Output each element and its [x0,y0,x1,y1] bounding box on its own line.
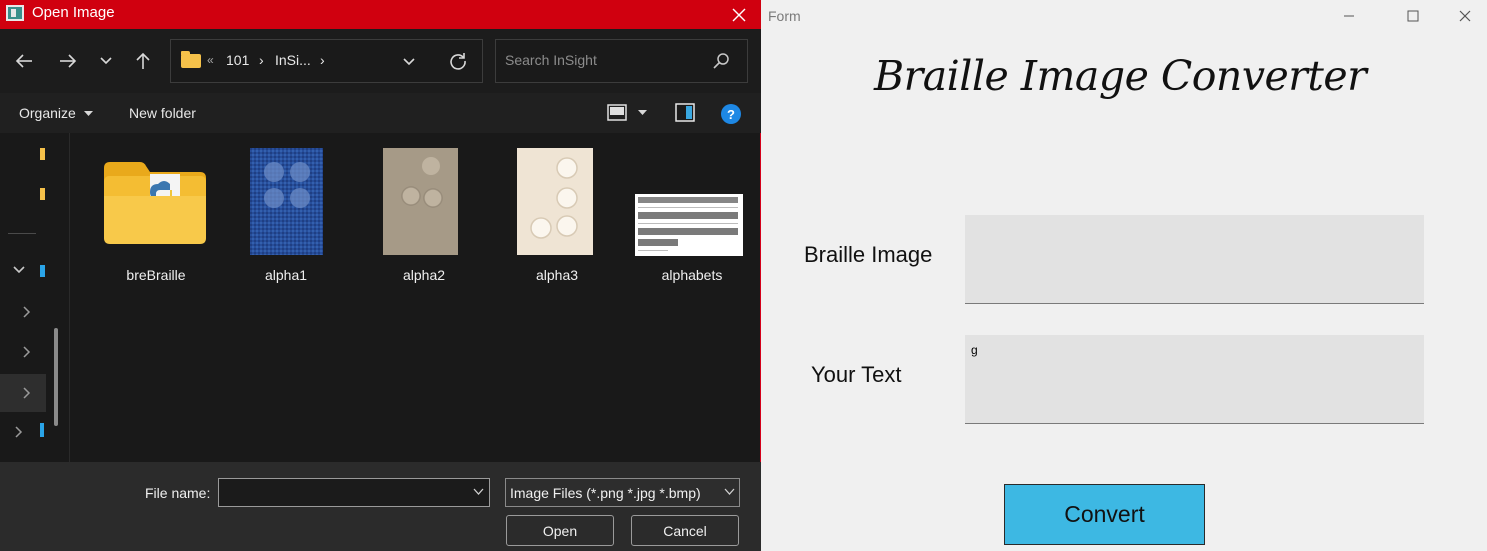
tree-item-chevron[interactable] [22,345,32,363]
file-type-select[interactable]: Image Files (*.png *.jpg *.bmp) [505,478,740,507]
file-item-alphabets[interactable]: alphabets [627,143,757,293]
address-bar[interactable]: « 101 › InSi... › [170,39,483,83]
maximize-icon [1407,10,1419,22]
tree-item-chevron[interactable] [22,305,32,323]
file-item-brebraille[interactable]: breBraille [91,143,221,293]
close-icon [1459,10,1471,22]
file-name-input[interactable] [223,483,453,499]
address-dropdown-button[interactable] [402,54,416,72]
file-item-alpha1[interactable]: alpha1 [221,143,351,293]
your-text-field[interactable]: g [965,335,1424,424]
open-image-dialog: Open Image « 101 › InSi... › Search InSi… [0,0,761,551]
refresh-button[interactable] [448,51,468,76]
file-type-value: Image Files (*.png *.jpg *.bmp) [510,485,701,501]
svg-text:?: ? [727,107,735,122]
search-box[interactable] [495,39,748,83]
chevron-right-icon [23,306,31,318]
folder-icon [181,51,201,68]
tree-item-chevron[interactable] [22,386,32,404]
minimize-button[interactable] [1326,0,1372,32]
form-window-title: Form [768,8,801,24]
breadcrumb-insight[interactable]: InSi... [275,52,311,68]
breadcrumb-separator: › [259,52,264,68]
chevron-right-icon [15,426,23,438]
chevron-right-icon [23,346,31,358]
preview-pane-icon [675,103,695,122]
folder-marker-icon[interactable] [40,188,45,200]
minimize-icon [1344,15,1354,17]
chevron-down-icon [403,58,415,66]
open-button[interactable]: Open [506,515,614,546]
app-icon [6,5,24,21]
breadcrumb-101[interactable]: 101 [226,52,249,68]
view-options-button[interactable] [606,103,628,123]
file-name-combobox[interactable] [218,478,490,507]
maximize-button[interactable] [1390,0,1436,32]
arrow-left-icon [15,54,32,68]
chevron-right-icon [23,387,31,399]
recent-locations-button[interactable] [91,47,121,75]
file-name-label: File name: [145,485,211,501]
file-name-label: breBraille [126,267,186,283]
arrow-right-icon [60,54,77,68]
form-window: Form Braille Image Converter Braille Ima… [760,0,1487,551]
file-name-label: alpha1 [264,267,308,283]
expanded-chevron-icon[interactable] [12,262,26,279]
python-folder-icon [104,162,206,244]
network-marker-icon[interactable] [40,423,44,437]
breadcrumb-separator: › [320,52,325,68]
up-button[interactable] [128,47,158,75]
refresh-icon [450,53,466,70]
file-item-alpha2[interactable]: alpha2 [359,143,489,293]
folder-marker-icon[interactable] [40,148,45,160]
your-text-label: Your Text [811,362,902,387]
dialog-titlebar: Open Image [0,0,761,29]
cancel-button[interactable]: Cancel [631,515,739,546]
view-icon [607,104,627,121]
navigation-pane [0,133,70,462]
dialog-footer: File name: Image Files (*.png *.jpg *.bm… [0,462,761,551]
dialog-close-button[interactable] [724,0,754,29]
chevron-down-icon [724,488,735,495]
file-name-label: alpha2 [402,267,446,283]
back-button[interactable] [9,47,39,75]
dialog-title: Open Image [32,4,115,21]
chevron-down-icon [100,57,112,65]
command-bar: Organize New folder ? [0,93,761,133]
file-name-label: alpha3 [535,267,579,283]
chevron-down-icon [13,266,25,274]
your-text-value: g [971,343,978,357]
help-icon: ? [721,104,741,124]
file-item-alpha3[interactable]: alpha3 [492,143,622,293]
braille-image-label: Braille Image [804,242,933,267]
organize-button[interactable]: Organize [19,105,76,121]
pane-divider [8,233,36,234]
image-thumbnail [250,148,323,255]
search-input[interactable] [505,52,705,68]
search-icon [713,53,729,69]
navigation-bar: « 101 › InSi... › [0,29,761,93]
drive-marker-icon[interactable] [40,265,45,277]
preview-pane-button[interactable] [674,103,696,123]
image-thumbnail [635,194,743,256]
app-heading: Braille Image Converter [874,52,1367,100]
forward-button[interactable] [53,47,83,75]
tree-item-chevron[interactable] [14,425,24,443]
image-thumbnail [383,148,458,255]
file-name-label: alphabets [661,267,723,283]
convert-button[interactable]: Convert [1004,484,1205,545]
new-folder-button[interactable]: New folder [129,105,196,121]
close-icon [732,8,746,21]
chevron-down-icon[interactable] [473,488,484,496]
arrow-up-icon [136,52,150,69]
image-thumbnail [517,148,593,255]
caret-down-icon[interactable] [638,110,647,116]
caret-down-icon [84,111,93,116]
form-titlebar: Form [760,0,1487,32]
pane-scrollbar[interactable] [54,328,58,426]
close-button[interactable] [1442,0,1487,32]
help-button[interactable]: ? [720,103,742,125]
braille-image-box[interactable] [965,215,1424,304]
breadcrumb-overflow[interactable]: « [207,53,214,67]
